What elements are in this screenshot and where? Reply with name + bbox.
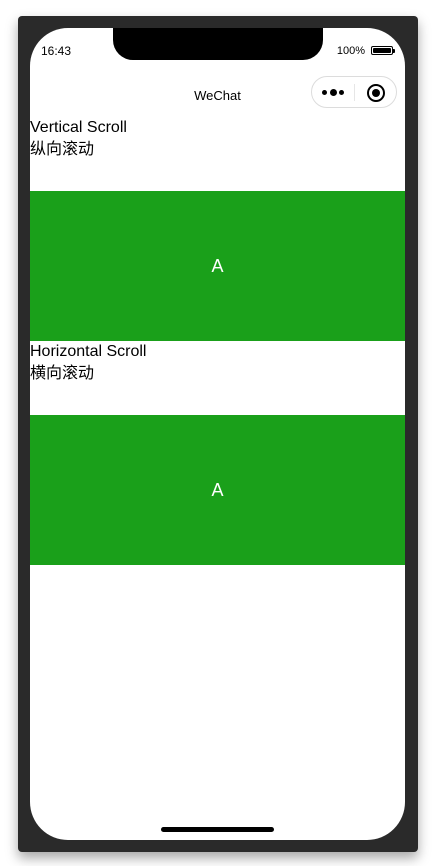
horizontal-scroll-subtitle: 横向滚动 — [30, 365, 95, 382]
vertical-scroll-item[interactable]: A — [30, 191, 405, 341]
capsule-divider — [354, 84, 355, 101]
phone-screen: 16:43 100% WeChat Vertical Scroll 纵向滚动 A… — [30, 28, 405, 840]
home-indicator[interactable] — [161, 827, 274, 832]
status-time: 16:43 — [41, 44, 72, 58]
horizontal-scroll-item[interactable]: A — [30, 415, 405, 565]
menu-dot — [339, 90, 344, 95]
stage: 16:43 100% WeChat Vertical Scroll 纵向滚动 A… — [0, 0, 436, 866]
mini-program-capsule — [311, 76, 397, 108]
menu-dot — [330, 89, 337, 96]
target-center — [372, 89, 380, 97]
target-circle-icon[interactable] — [367, 84, 385, 102]
menu-dot — [322, 90, 327, 95]
battery-fill — [373, 48, 391, 53]
battery-icon — [371, 46, 395, 55]
scroll-item-label: A — [211, 255, 224, 276]
horizontal-scroll-title: Horizontal Scroll — [30, 343, 147, 360]
battery-cap — [393, 49, 395, 53]
notch — [113, 28, 323, 60]
vertical-scroll-subtitle: 纵向滚动 — [30, 141, 95, 158]
battery-percentage: 100% — [336, 45, 365, 57]
more-dots-icon[interactable] — [322, 89, 346, 97]
scroll-item-label: A — [211, 479, 224, 500]
vertical-scroll-title: Vertical Scroll — [30, 119, 127, 136]
